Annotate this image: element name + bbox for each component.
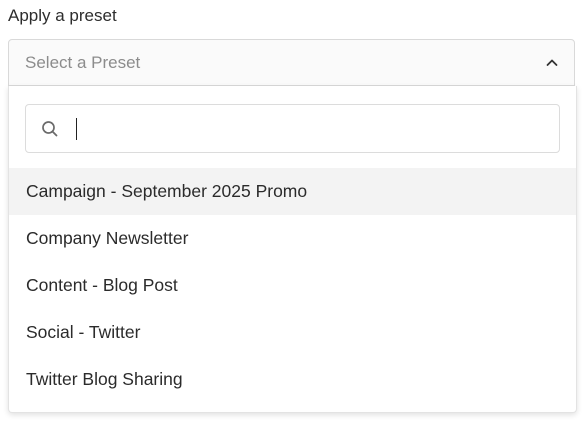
chevron-up-icon[interactable] [544,55,560,71]
preset-dropdown-menu: Campaign - September 2025 Promo Company … [8,86,577,413]
preset-search-box[interactable] [25,104,560,153]
preset-select-placeholder: Select a Preset [25,53,141,72]
preset-option[interactable]: Company Newsletter [9,215,576,262]
preset-field-label: Apply a preset [8,6,117,25]
text-cursor [76,118,77,140]
preset-option[interactable]: Twitter Blog Sharing [9,356,576,403]
preset-search-input[interactable] [74,114,544,144]
search-icon [40,119,60,139]
preset-select[interactable]: Select a Preset [8,39,575,86]
preset-option[interactable]: Campaign - September 2025 Promo [9,168,576,215]
preset-option[interactable]: Content - Blog Post [9,262,576,309]
preset-options-list: Campaign - September 2025 Promo Company … [9,168,576,403]
preset-option[interactable]: Social - Twitter [9,309,576,356]
